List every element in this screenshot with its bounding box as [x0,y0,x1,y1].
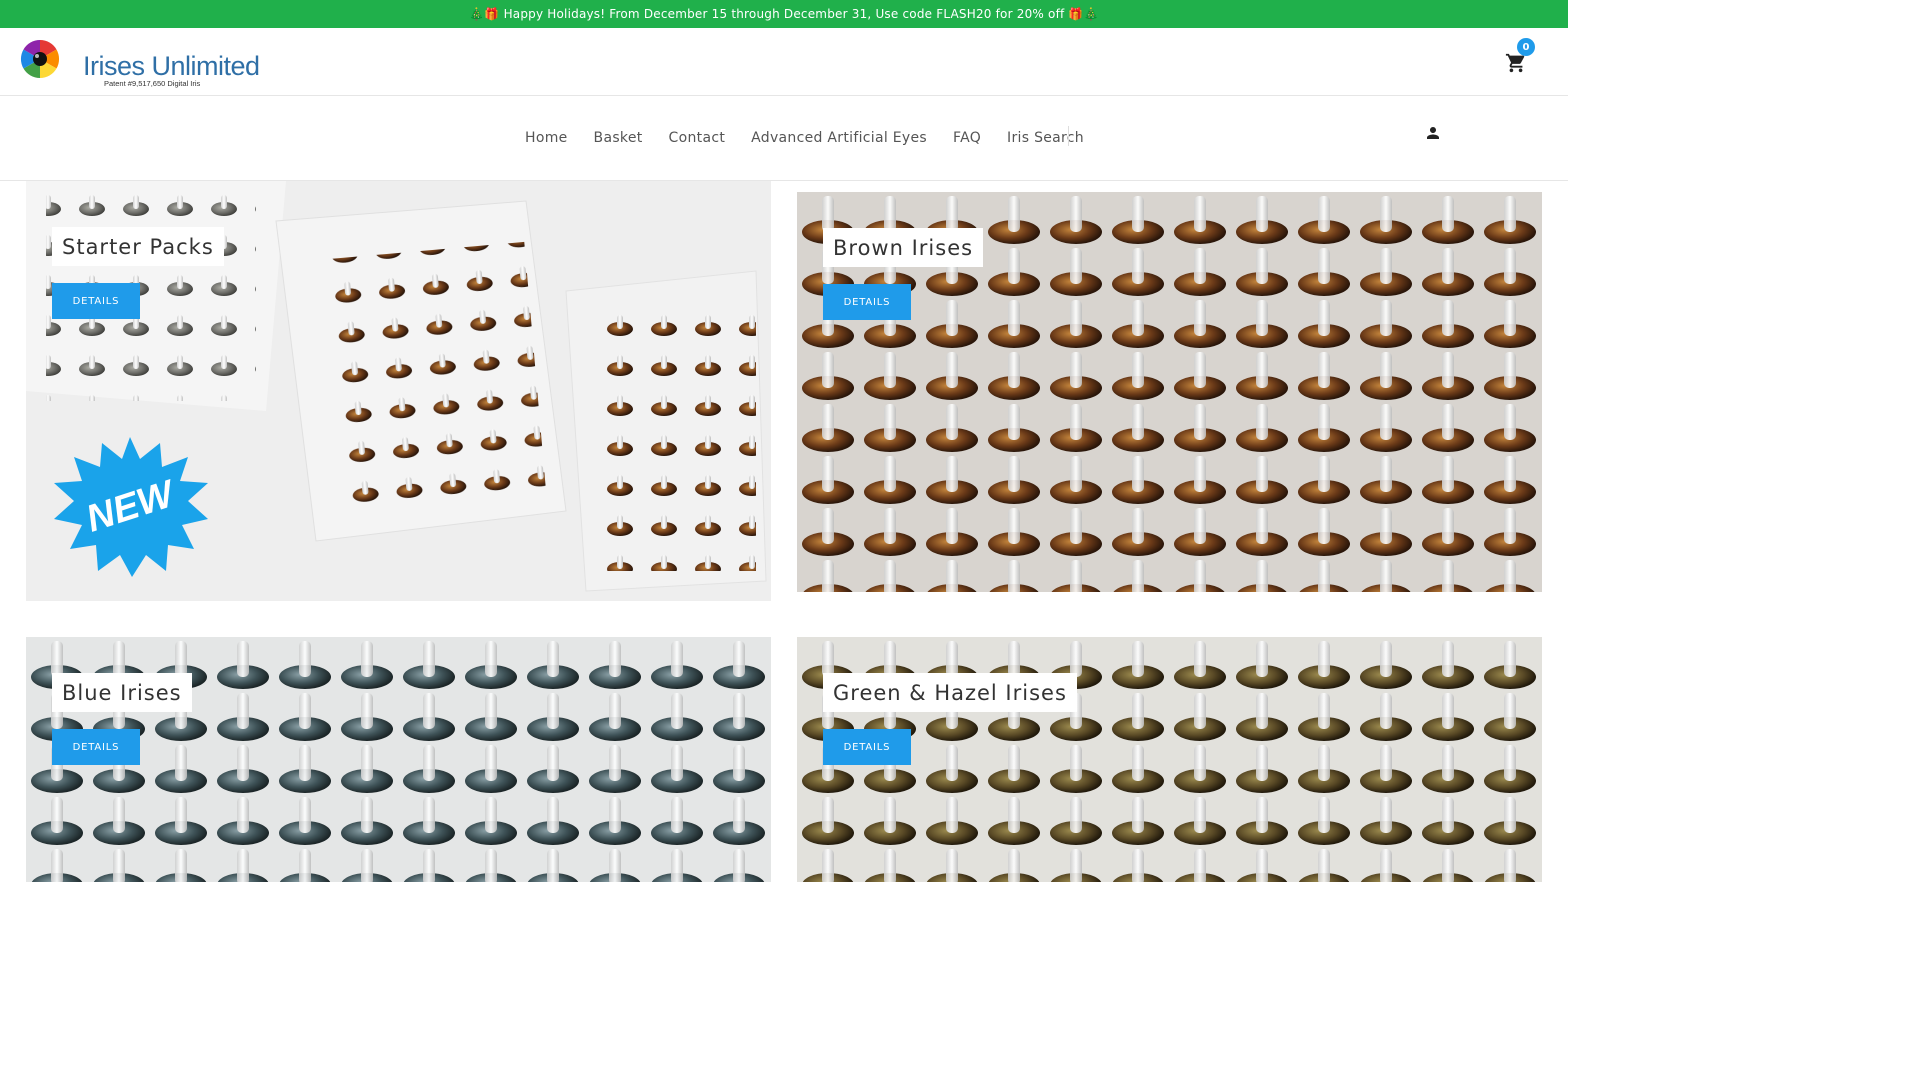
details-button[interactable]: DETAILS [823,729,911,765]
account-button[interactable] [1424,124,1442,142]
details-button[interactable]: DETAILS [52,283,140,319]
iris-logo-icon [20,39,60,79]
nav-item-faq[interactable]: FAQ [940,130,994,146]
nav-item-home[interactable]: Home [512,130,581,146]
tile-title: Starter Packs [52,227,224,266]
nav-item-basket[interactable]: Basket [581,130,656,146]
tile-brown-irises[interactable]: Brown Irises DETAILS [797,192,1542,592]
new-badge: NEW [54,437,208,577]
cart-count-badge: 0 [1517,38,1535,56]
logo-patent: Patent #9,517,650 Digital Iris [104,79,201,88]
tile-green-hazel-irises[interactable]: Green & Hazel Irises DETAILS [797,637,1542,882]
cart-button[interactable]: 0 [1505,38,1535,73]
tile-title: Brown Irises [823,228,984,267]
tile-title: Blue Irises [52,673,192,712]
nav-menu: Home Basket Contact Advanced Artificial … [512,96,1097,180]
site-header: Irises Unlimited Patent #9,517,650 Digit… [0,28,1568,96]
nav-item-advanced-artificial-eyes[interactable]: Advanced Artificial Eyes [738,130,940,146]
promo-text: 🎄🎁 Happy Holidays! From December 15 thro… [469,7,1099,21]
nav-item-contact[interactable]: Contact [656,130,739,146]
main-navigation: Home Basket Contact Advanced Artificial … [0,96,1568,181]
tile-starter-packs[interactable]: NEW Starter Packs DETAILS [26,181,771,601]
tile-blue-irises[interactable]: Blue Irises DETAILS [26,637,771,882]
logo-wordmark: Irises Unlimited [83,51,260,81]
site-logo[interactable]: Irises Unlimited Patent #9,517,650 Digit… [20,38,260,88]
nav-divider [1068,126,1069,146]
promo-banner: 🎄🎁 Happy Holidays! From December 15 thro… [0,0,1568,28]
tile-title: Green & Hazel Irises [823,673,1077,712]
user-icon [1427,127,1439,139]
details-button[interactable]: DETAILS [52,729,140,765]
details-button[interactable]: DETAILS [823,284,911,320]
nav-item-iris-search[interactable]: Iris Search [994,130,1097,146]
